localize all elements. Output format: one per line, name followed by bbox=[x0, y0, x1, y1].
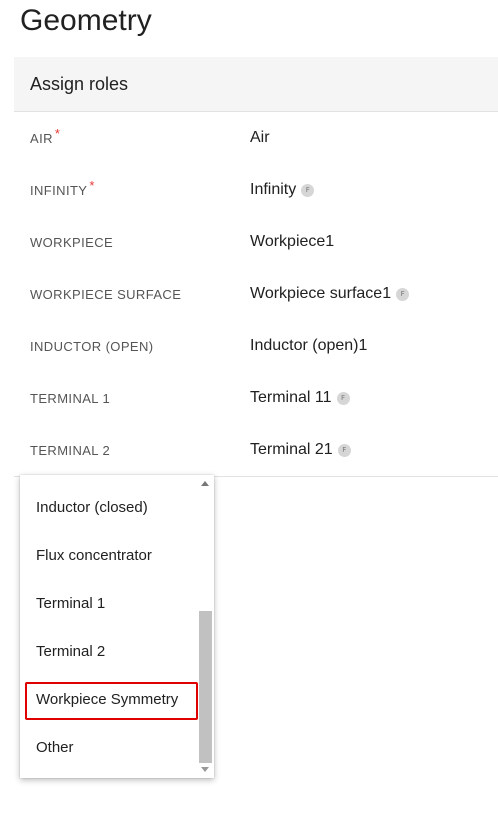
role-row-workpiece[interactable]: WORKPIECE Workpiece1 bbox=[14, 216, 498, 268]
page-title: Geometry bbox=[20, 4, 152, 37]
role-row-terminal-2[interactable]: TERMINAL 2 Terminal 21 F bbox=[14, 424, 498, 476]
role-label: TERMINAL 2 bbox=[30, 443, 111, 458]
role-label: WORKPIECE bbox=[30, 235, 114, 250]
scroll-down-arrow-icon[interactable] bbox=[201, 767, 209, 772]
role-row-terminal-1[interactable]: TERMINAL 1 Terminal 11 F bbox=[14, 372, 498, 424]
role-label: INDUCTOR (OPEN) bbox=[30, 339, 154, 354]
scrollbar-thumb[interactable] bbox=[199, 611, 212, 763]
f-badge-icon: F bbox=[336, 391, 350, 405]
role-value[interactable]: Workpiece surface1 F bbox=[250, 285, 410, 303]
role-dropdown-menu[interactable]: Inductor (closed) Flux concentrator Term… bbox=[20, 475, 214, 778]
role-label: INFINITY * bbox=[30, 178, 95, 198]
role-value[interactable]: Air bbox=[250, 129, 270, 147]
section-title: Assign roles bbox=[30, 73, 129, 94]
dropdown-option-flux-concentrator[interactable]: Flux concentrator bbox=[20, 531, 198, 579]
role-row-infinity[interactable]: INFINITY * Infinity F bbox=[14, 164, 498, 216]
required-marker: * bbox=[54, 126, 61, 141]
scroll-up-arrow-icon[interactable] bbox=[201, 481, 209, 486]
role-row-inductor-open[interactable]: INDUCTOR (OPEN) Inductor (open)1 bbox=[14, 320, 498, 372]
role-value[interactable]: Infinity F bbox=[250, 181, 315, 199]
required-marker: * bbox=[89, 178, 95, 193]
role-value[interactable]: Inductor (open)1 bbox=[250, 337, 367, 355]
dropdown-option-workpiece-symmetry[interactable]: Workpiece Symmetry bbox=[20, 675, 198, 723]
f-badge-icon: F bbox=[337, 443, 351, 457]
f-badge-icon: F bbox=[396, 287, 410, 301]
dropdown-option-terminal-2[interactable]: Terminal 2 bbox=[20, 627, 198, 675]
section-header: Assign roles bbox=[14, 57, 498, 112]
dropdown-scrollbar[interactable] bbox=[198, 475, 214, 778]
dropdown-option-terminal-1[interactable]: Terminal 1 bbox=[20, 579, 198, 627]
role-row-air[interactable]: AIR * Air bbox=[14, 112, 498, 164]
role-label: WORKPIECE SURFACE bbox=[30, 287, 182, 302]
role-value[interactable]: Workpiece1 bbox=[250, 233, 334, 251]
f-badge-icon: F bbox=[301, 183, 315, 197]
role-value[interactable]: Terminal 11 F bbox=[250, 389, 350, 407]
role-row-workpiece-surface[interactable]: WORKPIECE SURFACE Workpiece surface1 F bbox=[14, 268, 498, 320]
dropdown-option-other[interactable]: Other bbox=[20, 723, 198, 771]
dropdown-option-inductor-closed[interactable]: Inductor (closed) bbox=[20, 483, 198, 531]
role-label: AIR * bbox=[30, 126, 61, 146]
role-label: TERMINAL 1 bbox=[30, 391, 111, 406]
role-value[interactable]: Terminal 21 F bbox=[250, 441, 351, 459]
